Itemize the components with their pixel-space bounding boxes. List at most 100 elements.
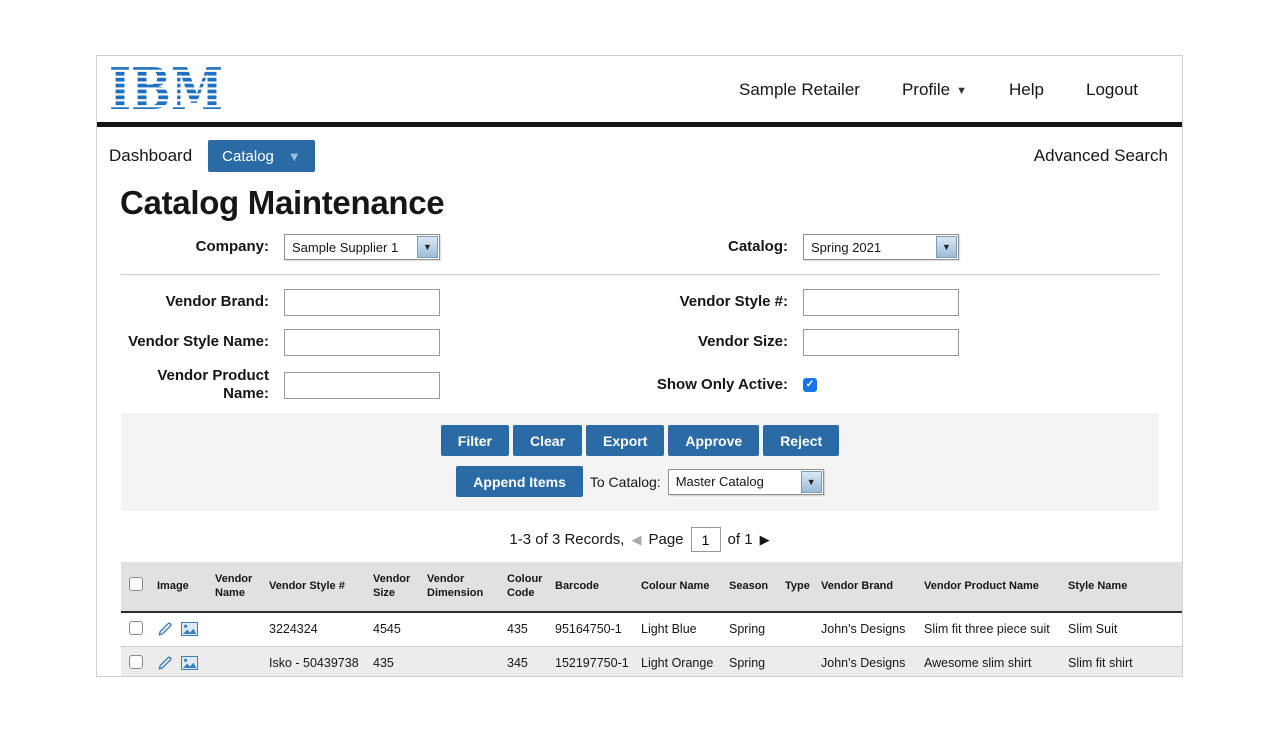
top-header: IBM Sample Retailer Profile ▼ Help Logout bbox=[97, 56, 1182, 122]
approve-button[interactable]: Approve bbox=[668, 425, 759, 456]
vendor-style-group: Vendor Style #: bbox=[558, 289, 959, 316]
catalog-select-value: Spring 2021 bbox=[804, 240, 936, 255]
cell-type bbox=[783, 646, 819, 677]
vendor-size-label: Vendor Size: bbox=[558, 333, 788, 351]
append-items-button[interactable]: Append Items bbox=[456, 466, 583, 497]
company-select[interactable]: Sample Supplier 1 ▼ bbox=[284, 234, 440, 260]
vendor-style-name-label: Vendor Style Name: bbox=[121, 333, 269, 351]
cell-vendor-product-name: Awesome slim shirt bbox=[922, 646, 1066, 677]
cell-season: Spring bbox=[727, 612, 783, 646]
cell-select bbox=[121, 646, 155, 677]
column-header: Vendor Dimension bbox=[425, 562, 505, 612]
table-row: 3224324454543595164750-1Light BlueSpring… bbox=[121, 612, 1182, 646]
show-only-active-checkbox[interactable] bbox=[803, 378, 817, 392]
catalog-label: Catalog: bbox=[558, 238, 788, 256]
export-button[interactable]: Export bbox=[586, 425, 664, 456]
cell-colour-name: Light Blue bbox=[639, 612, 727, 646]
table-body: 3224324454543595164750-1Light BlueSpring… bbox=[121, 612, 1182, 677]
cell-colour-code: 345 bbox=[505, 646, 553, 677]
form-row-brand-style: Vendor Brand: Vendor Style #: bbox=[121, 287, 1182, 317]
cell-colour-code: 435 bbox=[505, 612, 553, 646]
to-catalog-select-value: Master Catalog bbox=[669, 474, 801, 489]
image-icon[interactable] bbox=[181, 656, 198, 670]
reject-button[interactable]: Reject bbox=[763, 425, 839, 456]
column-header: Type bbox=[783, 562, 819, 612]
svg-text:IBM: IBM bbox=[109, 63, 223, 117]
vendor-product-name-input[interactable] bbox=[284, 372, 440, 399]
filter-button[interactable]: Filter bbox=[441, 425, 509, 456]
cell-vendor-style: 3224324 bbox=[267, 612, 371, 646]
chevron-down-icon: ▼ bbox=[956, 85, 967, 97]
help-link[interactable]: Help bbox=[1009, 80, 1044, 100]
dropdown-arrow-icon: ▼ bbox=[417, 236, 438, 258]
cell-style-name: Slim fit shirt bbox=[1066, 646, 1182, 677]
cell-vendor-size: 4545 bbox=[371, 612, 425, 646]
column-header: Vendor Product Name bbox=[922, 562, 1066, 612]
catalog-select[interactable]: Spring 2021 ▼ bbox=[803, 234, 959, 260]
cell-vendor-dimension bbox=[425, 646, 505, 677]
dropdown-arrow-icon: ▼ bbox=[801, 471, 822, 493]
edit-icon[interactable] bbox=[157, 622, 172, 637]
prev-page-icon[interactable]: ◀ bbox=[631, 532, 641, 548]
vendor-style-name-input[interactable] bbox=[284, 329, 440, 356]
clear-button[interactable]: Clear bbox=[513, 425, 582, 456]
cell-select bbox=[121, 612, 155, 646]
image-icon[interactable] bbox=[181, 622, 198, 636]
to-catalog-label: To Catalog: bbox=[590, 474, 661, 490]
cell-image bbox=[155, 646, 213, 677]
column-header: Season bbox=[727, 562, 783, 612]
cell-vendor-dimension bbox=[425, 612, 505, 646]
profile-label: Profile bbox=[902, 80, 950, 100]
records-count: 1-3 of 3 Records, bbox=[509, 531, 624, 548]
top-nav: Sample Retailer Profile ▼ Help Logout bbox=[739, 80, 1138, 100]
append-row: Append Items To Catalog: Master Catalog … bbox=[121, 466, 1159, 497]
form-divider bbox=[121, 274, 1159, 275]
cell-vendor-brand: John's Designs bbox=[819, 612, 922, 646]
column-header: Colour Code bbox=[505, 562, 553, 612]
vendor-style-input[interactable] bbox=[803, 289, 959, 316]
row-checkbox[interactable] bbox=[129, 621, 143, 635]
cell-barcode: 152197750-1 bbox=[553, 646, 639, 677]
nav-catalog-label: Catalog bbox=[222, 148, 274, 165]
row-checkbox[interactable] bbox=[129, 655, 143, 669]
show-only-active-group: Show Only Active: bbox=[558, 376, 817, 394]
vendor-product-name-group: Vendor Product Name: bbox=[121, 367, 440, 403]
edit-icon[interactable] bbox=[157, 656, 172, 671]
nav-catalog-dropdown[interactable]: Catalog ▼ bbox=[208, 140, 315, 172]
column-header: Barcode bbox=[553, 562, 639, 612]
to-catalog-select[interactable]: Master Catalog ▼ bbox=[668, 469, 824, 495]
ibm-logo: IBM bbox=[109, 63, 225, 117]
company-group: Company: Sample Supplier 1 ▼ bbox=[121, 234, 440, 260]
next-page-icon[interactable]: ▶ bbox=[760, 532, 770, 548]
retailer-name: Sample Retailer bbox=[739, 80, 860, 100]
advanced-search-link[interactable]: Advanced Search bbox=[1034, 146, 1168, 166]
vendor-brand-input[interactable] bbox=[284, 289, 440, 316]
filter-form: Company: Sample Supplier 1 ▼ Catalog: Sp… bbox=[97, 232, 1182, 403]
table-row: Isko - 50439738435345152197750-1Light Or… bbox=[121, 646, 1182, 677]
profile-menu[interactable]: Profile ▼ bbox=[902, 80, 967, 100]
page-number-input[interactable] bbox=[691, 527, 721, 552]
form-row-company-catalog: Company: Sample Supplier 1 ▼ Catalog: Sp… bbox=[121, 232, 1182, 262]
form-row-stylename-size: Vendor Style Name: Vendor Size: bbox=[121, 327, 1182, 357]
company-select-value: Sample Supplier 1 bbox=[285, 240, 417, 255]
cell-colour-name: Light Orange bbox=[639, 646, 727, 677]
vendor-size-input[interactable] bbox=[803, 329, 959, 356]
column-header: Vendor Style # bbox=[267, 562, 371, 612]
cell-vendor-style: Isko - 50439738 bbox=[267, 646, 371, 677]
select-all-header bbox=[121, 562, 155, 612]
page-label: Page bbox=[648, 531, 683, 548]
cell-type bbox=[783, 612, 819, 646]
action-buttons: Filter Clear Export Approve Reject bbox=[121, 425, 1159, 456]
column-header: Style Name bbox=[1066, 562, 1182, 612]
logout-link[interactable]: Logout bbox=[1086, 80, 1138, 100]
catalog-group: Catalog: Spring 2021 ▼ bbox=[558, 234, 959, 260]
app-window: IBM Sample Retailer Profile ▼ Help Logout… bbox=[96, 55, 1183, 677]
page-title: Catalog Maintenance bbox=[120, 184, 1182, 222]
results-table: ImageVendor NameVendor Style #Vendor Siz… bbox=[121, 562, 1182, 677]
show-only-active-label: Show Only Active: bbox=[558, 376, 788, 394]
cell-vendor-brand: John's Designs bbox=[819, 646, 922, 677]
nav-dashboard[interactable]: Dashboard bbox=[109, 146, 192, 166]
select-all-checkbox[interactable] bbox=[129, 577, 143, 591]
column-header: Vendor Brand bbox=[819, 562, 922, 612]
cell-image bbox=[155, 612, 213, 646]
